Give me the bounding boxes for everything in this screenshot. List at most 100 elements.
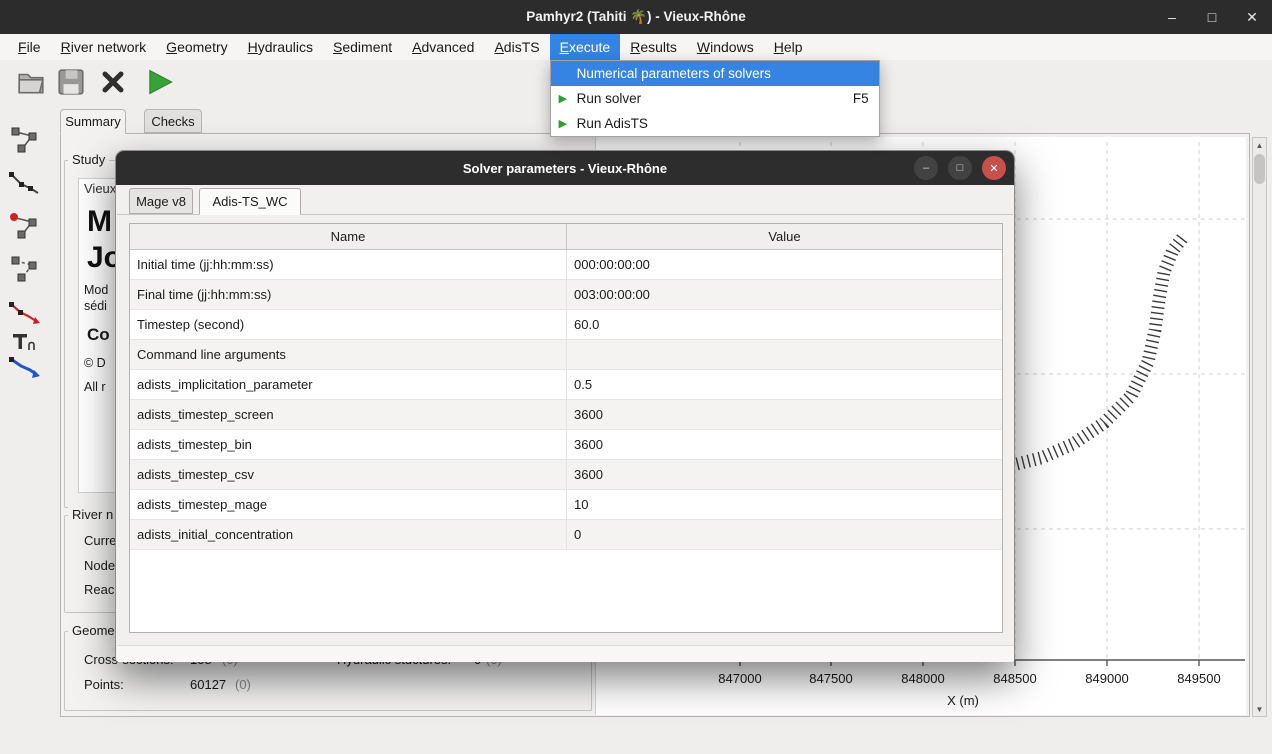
table-row[interactable]: adists_timestep_bin 3600: [130, 430, 1002, 460]
dialog-tab-adis-ts-wc[interactable]: Adis-TS_WC: [199, 188, 301, 215]
menubar: File River network Geometry Hydraulics S…: [0, 34, 1272, 60]
menu-item-run-adists[interactable]: ▶ Run AdisTS: [551, 111, 879, 136]
menu-sediment[interactable]: Sediment: [323, 34, 402, 60]
menu-windows[interactable]: Windows: [687, 34, 764, 60]
table-row[interactable]: Timestep (second) 60.0: [130, 310, 1002, 340]
blue-profile-tool-button[interactable]: [4, 348, 44, 388]
menu-file[interactable]: File: [8, 34, 51, 60]
x-tick-849500: 849500: [1167, 671, 1231, 686]
points-extra: (0): [235, 677, 251, 692]
window-controls: – □ ✕: [1164, 0, 1260, 34]
play-icon: ▶: [559, 117, 567, 130]
maximize-icon[interactable]: □: [1204, 9, 1220, 25]
dialog-bottom-strip: [117, 645, 1014, 662]
red-profile-tool-button[interactable]: [4, 293, 44, 333]
points-label: Points:: [84, 677, 124, 692]
table-row[interactable]: adists_timestep_csv 3600: [130, 460, 1002, 490]
table-row[interactable]: adists_initial_concentration 0: [130, 520, 1002, 550]
study-copyright: © D: [84, 356, 106, 370]
tab-summary[interactable]: Summary: [60, 109, 126, 134]
play-icon: ▶: [559, 92, 567, 105]
menu-item-run-solver[interactable]: ▶ Run solver F5: [551, 86, 879, 111]
tab-checks[interactable]: Checks: [144, 109, 202, 133]
x-tick-848000: 848000: [891, 671, 955, 686]
x-tick-847000: 847000: [708, 671, 772, 686]
study-rights: All r: [84, 380, 106, 394]
dialog-close-icon[interactable]: ✕: [982, 156, 1006, 180]
open-file-button[interactable]: [12, 63, 50, 101]
menu-adists[interactable]: AdisTS: [484, 34, 549, 60]
solver-parameters-dialog: Solver parameters - Vieux-Rhône – □ ✕ Ma…: [115, 150, 1015, 662]
table-row[interactable]: Command line arguments: [130, 340, 1002, 370]
table-row[interactable]: adists_timestep_screen 3600: [130, 400, 1002, 430]
menu-item-numerical-parameters[interactable]: Numerical parameters of solvers: [551, 61, 879, 86]
dialog-tabstrip: Mage v8 Adis-TS_WC: [117, 187, 1013, 215]
scroll-up-icon[interactable]: ▲: [1253, 138, 1266, 152]
table-row[interactable]: Final time (jj:hh:mm:ss) 003:00:00:00: [130, 280, 1002, 310]
river-network-tool-button[interactable]: [4, 120, 44, 160]
menu-river-network[interactable]: River network: [51, 34, 157, 60]
x-tick-847500: 847500: [799, 671, 863, 686]
x-tick-848500: 848500: [983, 671, 1047, 686]
scroll-down-icon[interactable]: ▼: [1253, 702, 1266, 716]
table-header-name[interactable]: Name: [130, 224, 567, 249]
scrollbar-thumb[interactable]: [1254, 154, 1265, 184]
dialog-minimize-icon[interactable]: –: [914, 156, 938, 180]
river-row-nodes: Node: [84, 558, 115, 573]
study-text-line1: Mod: [84, 283, 108, 297]
x-tick-849000: 849000: [1075, 671, 1139, 686]
study-text-line2: sédi: [84, 299, 107, 313]
dialog-title: Solver parameters - Vieux-Rhône: [463, 161, 667, 176]
points-value: 60127: [190, 677, 226, 692]
window-titlebar: Pamhyr2 (Tahiti 🌴) - Vieux-Rhône – □ ✕: [0, 0, 1272, 34]
dialog-titlebar: Solver parameters - Vieux-Rhône – □ ✕: [116, 151, 1014, 185]
table-header-row: Name Value: [130, 224, 1002, 250]
menu-help[interactable]: Help: [764, 34, 813, 60]
longitudinal-profile-icon: [6, 165, 42, 201]
red-profile-icon: [6, 295, 42, 331]
blue-profile-icon: [6, 350, 42, 386]
study-subheading: Co: [87, 325, 110, 345]
minimize-icon[interactable]: –: [1164, 9, 1180, 25]
close-icon[interactable]: ✕: [1244, 9, 1260, 26]
network-dashed-tool-button[interactable]: [4, 249, 44, 289]
dialog-tab-mage-v8[interactable]: Mage v8: [129, 188, 193, 214]
table-row[interactable]: Initial time (jj:hh:mm:ss) 000:00:00:00: [130, 250, 1002, 280]
menu-geometry[interactable]: Geometry: [156, 34, 237, 60]
shortcut-f5: F5: [853, 91, 869, 106]
save-floppy-icon: [56, 67, 86, 97]
parameters-table: Name Value Initial time (jj:hh:mm:ss) 00…: [129, 223, 1003, 633]
table-body: Initial time (jj:hh:mm:ss) 000:00:00:00 …: [130, 250, 1002, 550]
river-row-current: Curre: [84, 533, 117, 548]
vertical-scrollbar[interactable]: ▲ ▼: [1252, 137, 1267, 717]
window-title: Pamhyr2 (Tahiti 🌴) - Vieux-Rhône: [526, 9, 746, 25]
table-row[interactable]: adists_timestep_mage 10: [130, 490, 1002, 520]
network-node-tool-button[interactable]: [4, 206, 44, 246]
execute-menu-dropdown: Numerical parameters of solvers ▶ Run so…: [550, 60, 880, 137]
run-play-icon: [143, 66, 175, 98]
dialog-window-controls: – □ ✕: [914, 156, 1006, 180]
dialog-maximize-icon[interactable]: □: [948, 156, 972, 180]
save-button[interactable]: [52, 63, 90, 101]
river-row-reaches: Reac: [84, 582, 114, 597]
menu-hydraulics[interactable]: Hydraulics: [238, 34, 323, 60]
network-icon: [6, 122, 42, 158]
run-solver-button[interactable]: [140, 63, 178, 101]
study-heading-line1: M: [87, 205, 112, 239]
network-dashed-icon: [6, 251, 42, 287]
table-header-value[interactable]: Value: [567, 224, 1002, 249]
menu-execute[interactable]: Execute Numerical parameters of solvers …: [550, 34, 621, 60]
study-subtitle: Vieux: [84, 181, 116, 196]
close-study-button[interactable]: [94, 63, 132, 101]
geometry-groupbox-label: Geome: [68, 623, 119, 638]
folder-open-icon: [16, 67, 46, 97]
menu-advanced[interactable]: Advanced: [402, 34, 484, 60]
menu-results[interactable]: Results: [620, 34, 687, 60]
close-x-icon: [99, 68, 127, 96]
x-axis-label: X (m): [931, 693, 995, 708]
network-red-node-icon: [6, 208, 42, 244]
profile-tool-button[interactable]: [4, 163, 44, 203]
table-row[interactable]: adists_implicitation_parameter 0.5: [130, 370, 1002, 400]
study-groupbox-label: Study: [68, 152, 109, 167]
river-network-groupbox-label: River n: [68, 507, 117, 522]
